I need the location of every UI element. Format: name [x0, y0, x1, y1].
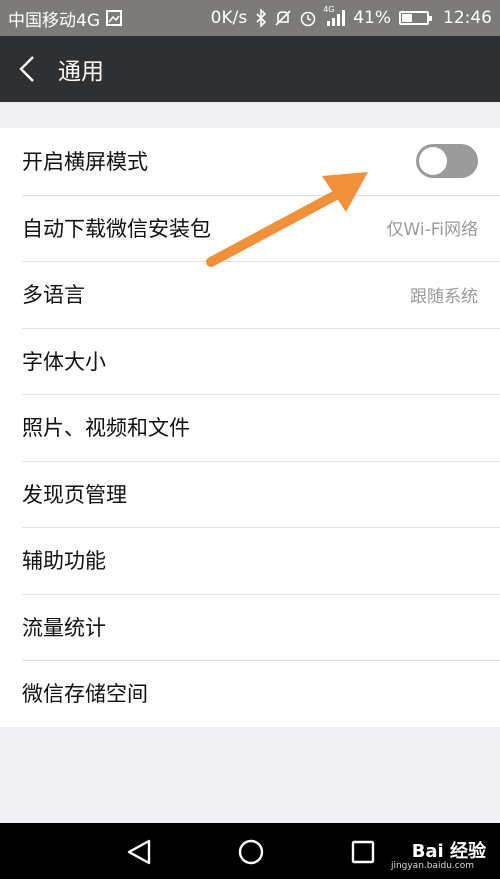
setting-label: 辅助功能	[22, 549, 106, 574]
app-header: 通用	[0, 36, 500, 102]
nav-home-button[interactable]	[236, 837, 266, 867]
battery-percent: 41%	[353, 8, 391, 28]
nav-recents-button[interactable]	[348, 837, 378, 867]
setting-label: 字体大小	[22, 349, 106, 374]
watermark-logo: Bai 经验	[411, 841, 486, 862]
setting-discover-management[interactable]: 发现页管理	[0, 460, 500, 528]
network-type-label: 4G	[323, 5, 335, 14]
mute-icon	[275, 9, 291, 27]
bluetooth-icon	[255, 9, 267, 27]
carrier-label: 中国移动4G	[8, 10, 100, 31]
square-recents-icon	[351, 840, 375, 864]
battery-level	[402, 14, 412, 22]
chevron-left-icon	[19, 56, 34, 82]
setting-auto-download[interactable]: 自动下载微信安装包 仅Wi-Fi网络	[0, 194, 500, 262]
setting-value: 跟随系统	[410, 286, 478, 307]
setting-language[interactable]: 多语言 跟随系统	[0, 261, 500, 328]
setting-accessibility[interactable]: 辅助功能	[0, 527, 500, 594]
triangle-back-icon	[127, 839, 151, 865]
setting-label: 多语言	[22, 283, 85, 308]
clock-time: 12:46	[443, 8, 492, 28]
image-icon	[106, 10, 122, 26]
toggle-knob	[419, 147, 447, 176]
circle-home-icon	[238, 839, 264, 865]
setting-label: 微信存储空间	[22, 682, 148, 707]
page-title: 通用	[58, 59, 104, 85]
setting-data-usage[interactable]: 流量统计	[0, 593, 500, 661]
nav-bar: Bai 经验 jingyan.baidu.com	[0, 823, 500, 879]
setting-label: 自动下载微信安装包	[22, 216, 211, 241]
watermark-url: jingyan.baidu.com	[390, 861, 474, 871]
alarm-icon	[299, 9, 317, 27]
setting-value: 仅Wi-Fi网络	[386, 220, 478, 241]
battery-icon	[399, 11, 432, 25]
network-speed: 0K/s	[210, 8, 248, 28]
setting-label: 开启横屏模式	[22, 150, 148, 175]
landscape-toggle[interactable]	[416, 144, 478, 179]
signal-icon: 4G	[323, 5, 346, 27]
setting-label: 流量统计	[22, 615, 106, 640]
setting-font-size[interactable]: 字体大小	[0, 327, 500, 395]
back-button[interactable]	[18, 49, 46, 89]
setting-label: 发现页管理	[22, 482, 127, 507]
status-bar: 中国移动4G 0K/s 4G 41% 12:46	[0, 0, 500, 36]
setting-media-files[interactable]: 照片、视频和文件	[0, 394, 500, 461]
setting-label: 照片、视频和文件	[22, 416, 190, 441]
setting-storage[interactable]: 微信存储空间	[0, 660, 500, 727]
setting-landscape-mode[interactable]: 开启横屏模式	[0, 128, 500, 195]
settings-list: 开启横屏模式 自动下载微信安装包 仅Wi-Fi网络 多语言 跟随系统 字体大小 …	[0, 128, 500, 727]
nav-back-button[interactable]	[125, 837, 155, 867]
